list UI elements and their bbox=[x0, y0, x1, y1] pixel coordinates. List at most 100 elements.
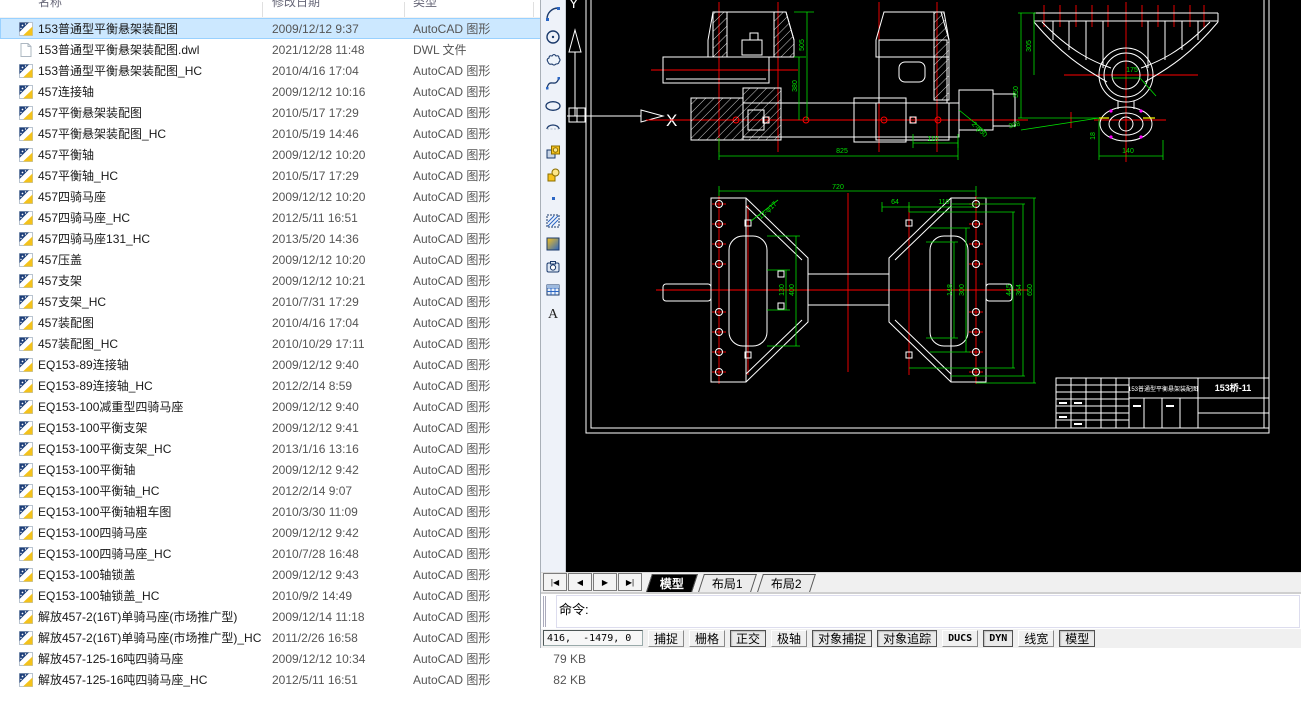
file-row[interactable]: EQ153-89连接轴_HC 2012/2/14 8:59 AutoCAD 图形 bbox=[0, 375, 590, 396]
file-row[interactable]: 457装配图_HC 2010/10/29 17:11 AutoCAD 图形 bbox=[0, 333, 590, 354]
column-separator[interactable] bbox=[404, 2, 405, 17]
file-row[interactable]: 解放457-2(16T)单骑马座(市场推广型)_HC 2011/2/26 16:… bbox=[0, 627, 590, 648]
layout-tab-布局1[interactable]: 布局1 bbox=[698, 574, 757, 592]
point-icon[interactable] bbox=[542, 186, 565, 209]
file-row[interactable]: EQ153-89连接轴 2009/12/12 9:40 AutoCAD 图形 bbox=[0, 354, 590, 375]
file-type: AutoCAD 图形 bbox=[413, 125, 535, 142]
file-row[interactable]: EQ153-100平衡轴_HC 2012/2/14 9:07 AutoCAD 图… bbox=[0, 480, 590, 501]
dwg-file-icon bbox=[18, 357, 34, 373]
file-date-modified: 2010/5/17 17:29 bbox=[272, 106, 413, 120]
file-type: AutoCAD 图形 bbox=[413, 251, 535, 268]
mtext-icon[interactable]: A bbox=[542, 301, 565, 324]
ellipse-icon[interactable] bbox=[542, 94, 565, 117]
autocad-window: A Y bbox=[540, 0, 1301, 648]
column-separator[interactable] bbox=[533, 2, 534, 17]
status-toggle-对象追踪[interactable]: 对象追踪 bbox=[877, 630, 937, 647]
ellipse-arc-icon[interactable] bbox=[542, 117, 565, 140]
file-name: EQ153-100平衡支架_HC bbox=[38, 440, 272, 457]
file-row[interactable]: 457四骑马座131_HC 2013/5/20 14:36 AutoCAD 图形 bbox=[0, 228, 590, 249]
file-type: AutoCAD 图形 bbox=[413, 461, 535, 478]
file-row[interactable]: EQ153-100轴锁盖 2009/12/12 9:43 AutoCAD 图形 bbox=[0, 564, 590, 585]
file-row[interactable]: EQ153-100四骑马座_HC 2010/7/28 16:48 AutoCAD… bbox=[0, 543, 590, 564]
column-separator[interactable] bbox=[262, 2, 263, 17]
tab-first-button[interactable]: |◀ bbox=[543, 573, 567, 591]
tab-last-button[interactable]: ▶| bbox=[618, 573, 642, 591]
file-row[interactable]: 457四骑马座_HC 2012/5/11 16:51 AutoCAD 图形 bbox=[0, 207, 590, 228]
file-row[interactable]: 457平衡轴 2009/12/12 10:20 AutoCAD 图形 bbox=[0, 144, 590, 165]
file-row[interactable]: EQ153-100四骑马座 2009/12/12 9:42 AutoCAD 图形 bbox=[0, 522, 590, 543]
command-prompt[interactable]: 命令: bbox=[556, 595, 1300, 628]
file-name: EQ153-100平衡轴粗车图 bbox=[38, 503, 272, 520]
command-window[interactable]: 命令: bbox=[541, 592, 1301, 629]
file-row[interactable]: 457平衡悬架装配图 2010/5/17 17:29 AutoCAD 图形 bbox=[0, 102, 590, 123]
file-row[interactable]: 153普通型平衡悬架装配图.dwl 2021/12/28 11:48 DWL 文… bbox=[0, 39, 590, 60]
status-toggle-模型[interactable]: 模型 bbox=[1059, 630, 1095, 647]
file-date-modified: 2010/7/31 17:29 bbox=[272, 295, 413, 309]
dwg-file-icon bbox=[18, 63, 34, 79]
file-name: 153普通型平衡悬架装配图 bbox=[38, 20, 272, 37]
file-row[interactable]: EQ153-100平衡轴 2009/12/12 9:42 AutoCAD 图形 bbox=[0, 459, 590, 480]
file-type: AutoCAD 图形 bbox=[413, 83, 535, 100]
file-row[interactable]: 解放457-125-16吨四骑马座_HC 2012/5/11 16:51 Aut… bbox=[0, 669, 590, 690]
file-row[interactable]: 153普通型平衡悬架装配图_HC 2010/4/16 17:04 AutoCAD… bbox=[0, 60, 590, 81]
file-row[interactable]: EQ153-100平衡轴粗车图 2010/3/30 11:09 AutoCAD … bbox=[0, 501, 590, 522]
column-header-type[interactable]: 类型 bbox=[413, 0, 437, 10]
file-row[interactable]: 457四骑马座 2009/12/12 10:20 AutoCAD 图形 bbox=[0, 186, 590, 207]
title-block-number: 153桥-11 bbox=[1215, 382, 1252, 393]
file-name: 457装配图_HC bbox=[38, 335, 272, 352]
status-toggle-捕捉[interactable]: 捕捉 bbox=[648, 630, 684, 647]
file-type: DWL 文件 bbox=[413, 41, 535, 58]
file-row[interactable]: EQ153-100减重型四骑马座 2009/12/12 9:40 AutoCAD… bbox=[0, 396, 590, 417]
status-toggle-对象捕捉[interactable]: 对象捕捉 bbox=[812, 630, 872, 647]
file-type: AutoCAD 图形 bbox=[413, 20, 535, 37]
file-row[interactable]: 457平衡悬架装配图_HC 2010/5/19 14:46 AutoCAD 图形 bbox=[0, 123, 590, 144]
circle-icon[interactable] bbox=[542, 25, 565, 48]
file-type: AutoCAD 图形 bbox=[413, 146, 535, 163]
status-toggle-DYN[interactable]: DYN bbox=[983, 630, 1013, 647]
file-row[interactable]: EQ153-100平衡支架 2009/12/12 9:41 AutoCAD 图形 bbox=[0, 417, 590, 438]
command-window-grip[interactable] bbox=[543, 596, 553, 627]
file-row[interactable]: 457压盖 2009/12/12 10:20 AutoCAD 图形 bbox=[0, 249, 590, 270]
status-toggle-线宽[interactable]: 线宽 bbox=[1018, 630, 1054, 647]
file-date-modified: 2013/1/16 13:16 bbox=[272, 442, 413, 456]
arc-icon[interactable] bbox=[542, 2, 565, 25]
file-date-modified: 2013/5/20 14:36 bbox=[272, 232, 413, 246]
status-toggle-极轴[interactable]: 极轴 bbox=[771, 630, 807, 647]
file-row[interactable]: 457支架_HC 2010/7/31 17:29 AutoCAD 图形 bbox=[0, 291, 590, 312]
file-row[interactable]: 457支架 2009/12/12 10:21 AutoCAD 图形 bbox=[0, 270, 590, 291]
file-row[interactable]: EQ153-100平衡支架_HC 2013/1/16 13:16 AutoCAD… bbox=[0, 438, 590, 459]
file-row-selected[interactable]: 153普通型平衡悬架装配图 2009/12/12 9:37 AutoCAD 图形 bbox=[0, 18, 590, 39]
status-toggle-栅格[interactable]: 栅格 bbox=[689, 630, 725, 647]
file-date-modified: 2009/12/12 10:20 bbox=[272, 148, 413, 162]
hatch-icon[interactable] bbox=[542, 209, 565, 232]
tab-prev-button[interactable]: ◀ bbox=[568, 573, 592, 591]
region-icon[interactable] bbox=[542, 255, 565, 278]
cad-drawing: Y X bbox=[566, 0, 1301, 572]
status-toggle-正交[interactable]: 正交 bbox=[730, 630, 766, 647]
spline-icon[interactable] bbox=[542, 71, 565, 94]
file-row[interactable]: 457平衡轴_HC 2010/5/17 17:29 AutoCAD 图形 bbox=[0, 165, 590, 186]
dwg-file-icon bbox=[18, 378, 34, 394]
file-name: 457四骑马座131_HC bbox=[38, 230, 272, 247]
tab-next-button[interactable]: ▶ bbox=[593, 573, 617, 591]
table-icon[interactable] bbox=[542, 278, 565, 301]
make-block-icon[interactable] bbox=[542, 163, 565, 186]
column-header-name[interactable]: 名称 bbox=[38, 0, 62, 10]
file-row[interactable]: 457连接轴 2009/12/12 10:16 AutoCAD 图形 bbox=[0, 81, 590, 102]
layout-tab-布局2[interactable]: 布局2 bbox=[757, 574, 816, 592]
file-date-modified: 2010/3/30 11:09 bbox=[272, 505, 413, 519]
file-row[interactable]: 解放457-125-16吨四骑马座 2009/12/12 10:34 AutoC… bbox=[0, 648, 590, 669]
file-row[interactable]: 解放457-2(16T)单骑马座(市场推广型) 2009/12/14 11:18… bbox=[0, 606, 590, 627]
drawing-canvas[interactable]: Y X bbox=[566, 0, 1301, 572]
dwg-file-icon bbox=[18, 504, 34, 520]
file-type: AutoCAD 图形 bbox=[413, 335, 535, 352]
revcloud-icon[interactable] bbox=[542, 48, 565, 71]
gradient-icon[interactable] bbox=[542, 232, 565, 255]
dim-label: 12-φ17 bbox=[757, 201, 778, 221]
insert-block-icon[interactable] bbox=[542, 140, 565, 163]
status-toggle-DUCS[interactable]: DUCS bbox=[942, 630, 978, 647]
column-header-date[interactable]: 修改日期 bbox=[272, 0, 320, 10]
layout-tab-模型[interactable]: 模型 bbox=[646, 574, 698, 592]
file-row[interactable]: EQ153-100轴锁盖_HC 2010/9/2 14:49 AutoCAD 图… bbox=[0, 585, 590, 606]
file-row[interactable]: 457装配图 2010/4/16 17:04 AutoCAD 图形 bbox=[0, 312, 590, 333]
